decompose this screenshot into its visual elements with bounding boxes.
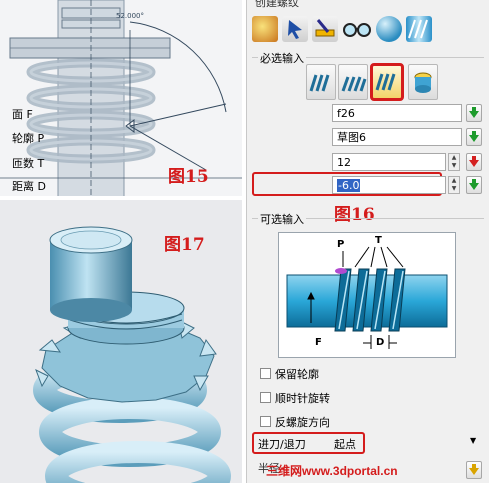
feed-select[interactable]: 起点 ▼ xyxy=(334,436,480,452)
pointer-tool-icon[interactable] xyxy=(282,16,308,42)
bottom-pick-button[interactable] xyxy=(466,461,482,479)
sphere-icon[interactable] xyxy=(376,16,402,42)
turns-field[interactable]: 12 xyxy=(332,153,446,171)
clockwise-checkbox[interactable] xyxy=(260,392,271,403)
diagram-label-f: F xyxy=(315,337,322,348)
figure-caption-17: 图17 xyxy=(164,235,205,255)
figure-caption-16: 图16 xyxy=(334,205,375,225)
thread-mode-3-button-selected[interactable] xyxy=(370,63,404,101)
sprocket-3d-drawing xyxy=(33,226,231,483)
distance-field[interactable]: -6.0 xyxy=(332,176,446,194)
reverse-helix-checkbox[interactable] xyxy=(260,416,271,427)
thread-mode-1-button[interactable] xyxy=(306,64,336,100)
profile-pick-button[interactable] xyxy=(466,128,482,146)
3d-model-view: 图17 xyxy=(0,200,244,483)
dimension-label: 52.000° xyxy=(116,12,144,20)
distance-pick-button[interactable] xyxy=(466,176,482,194)
optional-group-title: 可选输入 xyxy=(258,211,306,227)
thread-diagram: P T F D xyxy=(278,232,456,358)
turns-pick-button[interactable] xyxy=(466,153,482,171)
feed-label: 进刀/退刀 xyxy=(258,438,306,451)
profile-label: 轮廓 P xyxy=(12,132,45,145)
thread-mode-4-button[interactable] xyxy=(408,64,438,100)
panel-title: 创建螺纹 xyxy=(255,0,299,9)
keep-profile-label: 保留轮廓 xyxy=(275,368,319,381)
distance-value: -6.0 xyxy=(337,179,361,192)
feed-select-value: 起点 xyxy=(334,438,356,451)
glasses-icon[interactable] xyxy=(342,16,371,42)
watermark: 三维网www.3dportal.cn xyxy=(266,464,398,478)
diagram-label-t: T xyxy=(375,235,382,246)
reverse-helix-label: 反螺旋方向 xyxy=(275,416,330,429)
face-field[interactable]: f26 xyxy=(332,104,462,122)
figure-caption-15: 图15 xyxy=(168,167,209,187)
turns-label: 匝数 T xyxy=(12,157,45,170)
turns-spinner[interactable]: ▲ ▼ xyxy=(448,153,460,171)
ruler-pen-icon[interactable] xyxy=(312,16,338,42)
chevron-down-icon: ▼ xyxy=(470,436,477,445)
required-group-title: 必选输入 xyxy=(258,50,306,66)
keep-profile-checkbox[interactable] xyxy=(260,368,271,379)
profile-field[interactable]: 草图6 xyxy=(332,128,462,146)
thread-icon[interactable] xyxy=(406,16,432,42)
palette-icon[interactable] xyxy=(252,16,278,42)
diagram-label-p: P xyxy=(337,239,345,250)
distance-spinner[interactable]: ▲ ▼ xyxy=(448,176,460,194)
diagram-label-d: D xyxy=(376,337,385,348)
clockwise-label: 顺时针旋转 xyxy=(275,392,330,405)
face-pick-button[interactable] xyxy=(466,104,482,122)
face-label: 面 F xyxy=(12,108,33,121)
distance-label: 距离 D xyxy=(12,180,46,193)
thread-diagram-drawing xyxy=(286,246,448,349)
thread-mode-2-button[interactable] xyxy=(338,64,368,100)
